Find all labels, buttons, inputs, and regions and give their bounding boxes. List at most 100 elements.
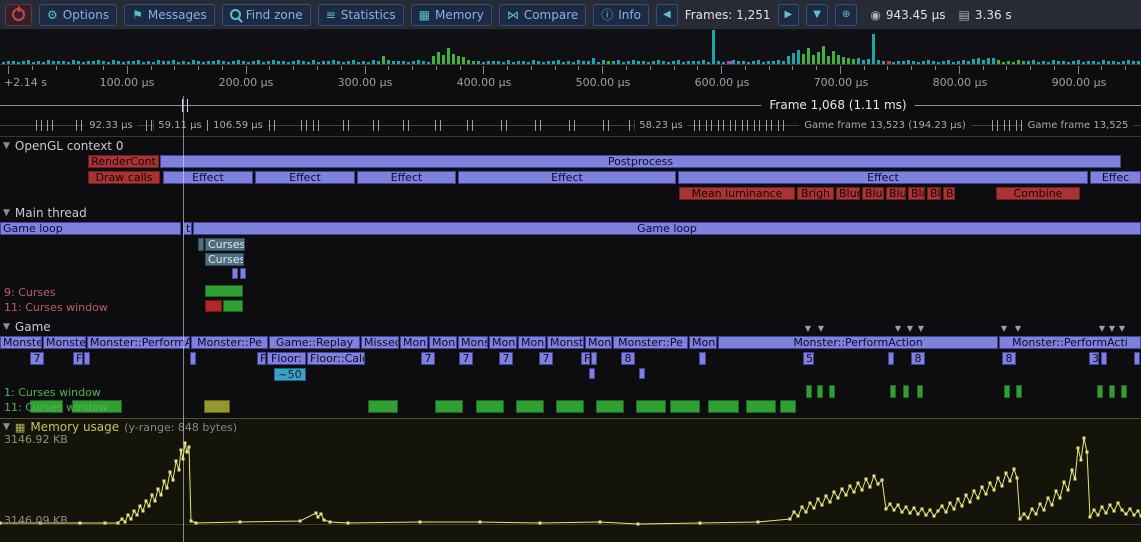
timeline-zone[interactable]: Monst bbox=[429, 336, 457, 349]
collapse-triangle-icon[interactable]: ▼ bbox=[3, 141, 10, 151]
timeline-zone[interactable]: Missed bbox=[361, 336, 399, 349]
timeline-zone[interactable]: 7 bbox=[459, 352, 473, 365]
timeline-zone[interactable] bbox=[903, 385, 909, 398]
collapsed-zones-marker-icon[interactable]: ▼ bbox=[1119, 324, 1125, 333]
timeline-zone[interactable]: Blur bbox=[886, 187, 906, 200]
timeline-zone[interactable] bbox=[1134, 352, 1140, 365]
timeline-zone[interactable]: Postprocess bbox=[160, 155, 1121, 168]
timeline-zone[interactable]: Blur bbox=[836, 187, 860, 200]
section-header[interactable]: ▼OpenGL context 0 bbox=[3, 139, 123, 153]
timeline-zone[interactable]: Brigh bbox=[797, 187, 834, 200]
collapse-triangle-icon[interactable]: ▼ bbox=[3, 422, 10, 432]
collapsed-zones-marker-icon[interactable]: ▼ bbox=[818, 324, 824, 333]
timeline-zone[interactable] bbox=[368, 400, 398, 413]
timeline-zone[interactable] bbox=[232, 268, 238, 279]
timeline-zone[interactable]: ti bbox=[183, 222, 192, 235]
timeline-zone[interactable] bbox=[589, 368, 595, 379]
timeline-zone[interactable]: Monst bbox=[489, 336, 517, 349]
thread-label[interactable]: 9: Curses bbox=[4, 286, 56, 299]
timeline-zone[interactable]: Mean luminance bbox=[679, 187, 795, 200]
timeline-zone[interactable]: RenderCont bbox=[88, 155, 159, 168]
timeline-zone[interactable]: Monste bbox=[43, 336, 86, 349]
timeline-zone[interactable]: Monst bbox=[400, 336, 428, 349]
section-header[interactable]: ▼Main thread bbox=[3, 206, 87, 220]
thread-label[interactable]: 1: Curses window bbox=[4, 386, 101, 399]
section-header[interactable]: ▼Game bbox=[3, 320, 51, 334]
timeline-zone[interactable] bbox=[591, 352, 597, 365]
timeline-zone[interactable] bbox=[1121, 385, 1127, 398]
collapsed-zones-marker-icon[interactable]: ▼ bbox=[805, 324, 811, 333]
timeline-zone[interactable]: Game loop bbox=[0, 222, 181, 235]
timeline-zone[interactable]: Mons bbox=[585, 336, 612, 349]
timeline-zone[interactable] bbox=[1101, 352, 1107, 365]
timeline-zone[interactable]: Combine bbox=[996, 187, 1080, 200]
timeline-zone[interactable]: Monste bbox=[0, 336, 42, 349]
timeline-zone[interactable] bbox=[708, 400, 739, 413]
timeline-zone[interactable]: ~50 bbox=[274, 368, 306, 381]
timeline-zone[interactable] bbox=[204, 400, 230, 413]
collapsed-zones-marker-icon[interactable]: ▼ bbox=[895, 324, 901, 333]
collapse-triangle-icon[interactable]: ▼ bbox=[3, 322, 10, 332]
thread-label[interactable]: 11: Curses window bbox=[4, 401, 108, 414]
timeline-zone[interactable]: Monste bbox=[547, 336, 584, 349]
thread-label[interactable]: 11: Curses window bbox=[4, 301, 108, 314]
timeline-zone[interactable]: Game::Replay bbox=[269, 336, 360, 349]
timeline-zone[interactable]: Effect bbox=[458, 171, 676, 184]
timeline-zone[interactable]: F bbox=[581, 352, 590, 365]
timeline-zone[interactable] bbox=[636, 400, 666, 413]
memory-section-header[interactable]: ▼ ▦ Memory usage (y-range: 848 bytes) bbox=[3, 420, 237, 434]
timeline-zone[interactable]: 7 bbox=[499, 352, 513, 365]
timeline-zone[interactable] bbox=[240, 268, 246, 279]
timeline-zone[interactable] bbox=[198, 238, 204, 251]
timeline-zone[interactable]: Floor: bbox=[267, 352, 306, 365]
timeline-zone[interactable]: Monster::PerformAction bbox=[718, 336, 998, 349]
timeline-zone[interactable] bbox=[1016, 385, 1022, 398]
timeline-zone[interactable] bbox=[1004, 385, 1010, 398]
timeline-zone[interactable]: Floor::Calc bbox=[307, 352, 365, 365]
timeline-zone[interactable] bbox=[888, 352, 894, 365]
timeline-zone[interactable]: Game loop bbox=[193, 222, 1141, 235]
timeline-zone[interactable] bbox=[1097, 385, 1103, 398]
timeline-zone[interactable] bbox=[670, 400, 700, 413]
timeline-zone[interactable] bbox=[435, 400, 463, 413]
timeline-zone[interactable] bbox=[806, 385, 812, 398]
timeline-zone[interactable]: Draw calls bbox=[88, 171, 160, 184]
timeline-zone[interactable]: Monster::PerformActi bbox=[999, 336, 1141, 349]
timeline-zone[interactable] bbox=[817, 385, 823, 398]
timeline-zone[interactable]: Monster::Pe bbox=[613, 336, 688, 349]
timeline-zone[interactable] bbox=[223, 300, 243, 312]
timeline-zone[interactable]: 7 bbox=[539, 352, 553, 365]
timeline-zone[interactable] bbox=[1109, 385, 1115, 398]
timeline-zone[interactable]: Blur bbox=[908, 187, 925, 200]
timeline-zone[interactable]: 8 bbox=[1002, 352, 1016, 365]
timeline-zone[interactable]: Monster::Pe bbox=[191, 336, 268, 349]
timeline-zone[interactable]: Blur bbox=[943, 187, 955, 200]
timeline-zone[interactable] bbox=[746, 400, 776, 413]
timeline-zone[interactable] bbox=[476, 400, 504, 413]
timeline-zone[interactable] bbox=[190, 352, 196, 365]
timeline-zone[interactable] bbox=[829, 385, 835, 398]
collapsed-zones-marker-icon[interactable]: ▼ bbox=[918, 324, 924, 333]
timeline-zone[interactable]: Monst bbox=[518, 336, 546, 349]
timeline-zone[interactable]: Effect bbox=[357, 171, 456, 184]
timeline-zone[interactable]: Effect bbox=[255, 171, 355, 184]
collapsed-zones-marker-icon[interactable]: ▼ bbox=[1109, 324, 1115, 333]
timeline-zone[interactable] bbox=[596, 400, 624, 413]
timeline-zone[interactable] bbox=[84, 352, 90, 365]
timeline-zone[interactable]: Effect bbox=[163, 171, 253, 184]
memory-plot-area[interactable] bbox=[0, 418, 1141, 542]
collapsed-zones-marker-icon[interactable]: ▼ bbox=[1099, 324, 1105, 333]
timeline-zone[interactable] bbox=[780, 400, 796, 413]
timeline-zone[interactable]: 5 bbox=[803, 352, 814, 365]
timeline-zone[interactable]: Monst bbox=[458, 336, 488, 349]
timeline-zone[interactable]: Monster::PerformA bbox=[87, 336, 190, 349]
timeline-zone[interactable] bbox=[917, 385, 923, 398]
timeline-zone[interactable] bbox=[556, 400, 584, 413]
timeline-zone[interactable]: 8 bbox=[621, 352, 635, 365]
timeline-zone[interactable]: Effect bbox=[678, 171, 1088, 184]
timeline-zone[interactable]: Blur bbox=[927, 187, 941, 200]
timeline-zone[interactable]: Mons bbox=[689, 336, 717, 349]
timeline-zone[interactable]: Curses bbox=[205, 253, 244, 266]
timeline-zone[interactable]: 3 bbox=[1089, 352, 1099, 365]
timeline-zone[interactable]: F bbox=[73, 352, 83, 365]
